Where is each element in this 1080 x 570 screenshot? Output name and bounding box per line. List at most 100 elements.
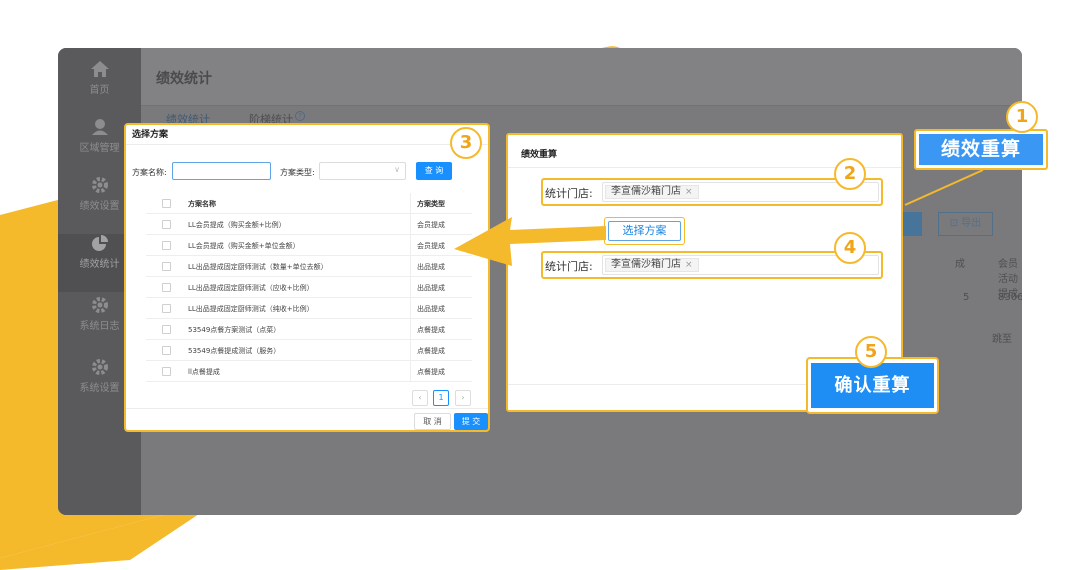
bg-jump-label: 跳至 (992, 334, 1012, 345)
plan-type-cell: 点餐提成 (417, 326, 445, 334)
column-divider (410, 193, 411, 214)
column-divider (410, 214, 411, 235)
plan-name-cell: 53549点餐方案测试（点菜） (188, 326, 281, 334)
pagination-prev[interactable]: ‹ (412, 390, 428, 406)
main-header: 绩效统计 (141, 48, 1022, 106)
submit-button[interactable]: 提 交 (454, 413, 488, 430)
plan-name-cell: LL会员提成（购买金额+单位金额） (188, 242, 300, 250)
sidebar-item-home[interactable]: 首页 (58, 60, 141, 118)
chevron-down-icon: ∨ (394, 165, 400, 174)
perf-recalc-button[interactable]: 绩效重算 (914, 129, 1048, 170)
row-checkbox[interactable] (162, 367, 171, 376)
gear-icon (91, 297, 108, 313)
table-row[interactable]: LL出品提成固定厨师测试（纯收+比例） 出品提成 (146, 298, 472, 319)
table-row[interactable]: LL会员提成（购买金额+单位金额） 会员提成 (146, 235, 472, 256)
plan-name-cell: ll点餐提成 (188, 368, 220, 376)
plan-type-cell: 点餐提成 (417, 368, 445, 376)
bg-query-button[interactable] (900, 212, 922, 236)
plan-type-cell: 点餐提成 (417, 347, 445, 355)
column-divider (410, 340, 411, 361)
bg-row-value-partial: 5 (963, 292, 970, 303)
pie-chart-icon (91, 235, 108, 251)
store-tag-text: 李宣儒沙箱门店 (611, 186, 681, 197)
row-checkbox[interactable] (162, 346, 171, 355)
column-divider (410, 256, 411, 277)
row-checkbox[interactable] (162, 325, 171, 334)
step-3-callout: 3 (450, 127, 482, 159)
query-button[interactable]: 查 询 (416, 162, 452, 180)
gear-icon (91, 359, 108, 375)
row-checkbox[interactable] (162, 241, 171, 250)
store-label: 统计门店: (545, 260, 593, 273)
column-header-type: 方案类型 (417, 200, 445, 208)
select-all-checkbox[interactable] (162, 199, 171, 208)
column-divider (410, 235, 411, 256)
plan-name-input[interactable] (172, 162, 271, 180)
plan-name-cell: LL出品提成固定厨师测试（应收+比例） (188, 284, 314, 292)
column-header-name: 方案名称 (188, 200, 216, 208)
step-1-callout: 1 (1006, 101, 1038, 133)
store-label: 统计门店: (545, 187, 593, 200)
home-icon (90, 61, 109, 77)
column-divider (410, 319, 411, 340)
tutorial-stage: 首页 区域管理 绩效设置 绩效统计 系统日志 系统设置 绩效统计 绩效统计 阶梯… (0, 0, 1080, 570)
perf-recalc-button-label: 绩效重算 (919, 134, 1043, 165)
store-tag-text: 李宣儒沙箱门店 (611, 259, 681, 270)
column-divider (410, 277, 411, 298)
step-4-callout: 4 (834, 232, 866, 264)
row-checkbox[interactable] (162, 262, 171, 271)
row-checkbox[interactable] (162, 304, 171, 313)
table-row[interactable]: LL会员提成（购买金额+比例） 会员提成 (146, 214, 472, 235)
plan-type-cell: 会员提成 (417, 221, 445, 229)
select-plan-button[interactable]: 选择方案 (604, 217, 685, 245)
close-icon[interactable]: × (685, 187, 693, 197)
plan-name-cell: LL出品提成固定厨师测试（纯收+比例） (188, 305, 314, 313)
column-divider (410, 361, 411, 382)
plan-name-cell: LL出品提成固定厨师测试（数量+单位去额） (188, 263, 328, 271)
gear-icon (91, 177, 108, 193)
confirm-recalc-button-label: 确认重算 (811, 363, 934, 408)
plan-type-select[interactable]: ∨ (319, 162, 406, 180)
dialog-title: 选择方案 (132, 130, 169, 140)
table-row[interactable]: LL出品提成固定厨师测试（数量+单位去额） 出品提成 (146, 256, 472, 277)
plan-type-cell: 出品提成 (417, 284, 445, 292)
row-checkbox[interactable] (162, 220, 171, 229)
step-2-callout: 2 (834, 158, 866, 190)
store-tag: 李宣儒沙箱门店 × (605, 185, 699, 199)
dialog-title: 绩效重算 (521, 150, 558, 160)
bg-col-header-partial: 成 (955, 259, 965, 270)
divider (126, 144, 488, 145)
store-selector-row: 统计门店: 李宣儒沙箱门店 × (541, 178, 883, 206)
column-divider (410, 298, 411, 319)
plan-type-cell: 出品提成 (417, 305, 445, 313)
plan-name-cell: LL会员提成（购买金额+比例） (188, 221, 286, 229)
row-checkbox[interactable] (162, 283, 171, 292)
cancel-button[interactable]: 取 消 (414, 413, 451, 430)
plan-type-label: 方案类型: (280, 168, 315, 177)
table-row[interactable]: ll点餐提成 点餐提成 (146, 361, 472, 382)
user-pin-icon (91, 119, 108, 135)
pagination-next[interactable]: › (455, 390, 471, 406)
bg-row-value: 8306.56 (998, 292, 1022, 303)
store-tag: 李宣儒沙箱门店 × (605, 258, 699, 272)
table-row[interactable]: 53549点餐提成测试（服务） 点餐提成 (146, 340, 472, 361)
plan-name-cell: 53549点餐提成测试（服务） (188, 347, 281, 355)
store-selector-row-confirmed: 统计门店: 李宣儒沙箱门店 × (541, 251, 883, 279)
table-header-row: 方案名称 方案类型 (146, 193, 472, 214)
table-row[interactable]: LL出品提成固定厨师测试（应收+比例） 出品提成 (146, 277, 472, 298)
export-label: 导出 (961, 218, 982, 229)
plan-type-cell: 出品提成 (417, 263, 445, 271)
info-icon: ? (295, 111, 305, 121)
plan-name-label: 方案名称: (132, 168, 167, 177)
step-5-callout: 5 (855, 336, 887, 368)
export-button[interactable]: ⊡ 导出 (938, 212, 993, 236)
select-plan-dialog: 选择方案 方案名称: 方案类型: ∨ 查 询 方案名称 方案类型 LL会员提成（… (124, 123, 490, 432)
plan-table: 方案名称 方案类型 LL会员提成（购买金额+比例） 会员提成 LL会员提成（购买… (146, 193, 472, 382)
table-row[interactable]: 53549点餐方案测试（点菜） 点餐提成 (146, 319, 472, 340)
select-plan-button-label: 选择方案 (608, 221, 681, 241)
pagination-page-1[interactable]: 1 (433, 390, 449, 406)
page-title: 绩效统计 (156, 71, 212, 87)
plan-type-cell: 会员提成 (417, 242, 445, 250)
close-icon[interactable]: × (685, 260, 693, 270)
export-icon: ⊡ (949, 218, 962, 229)
